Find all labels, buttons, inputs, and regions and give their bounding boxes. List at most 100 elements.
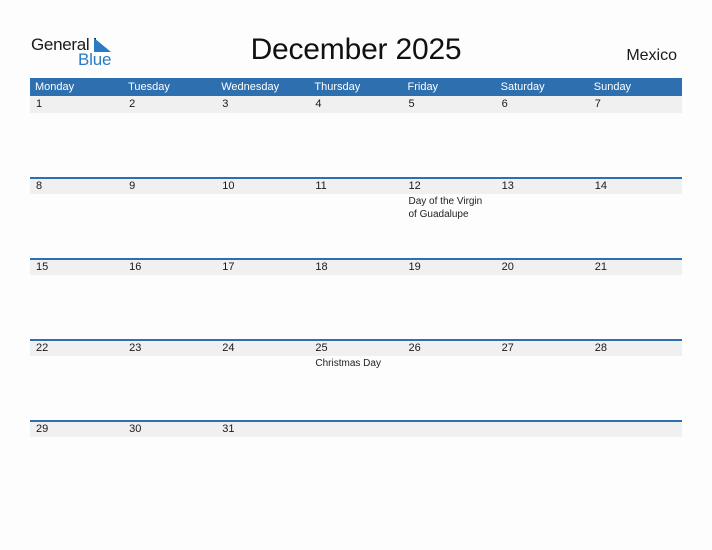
day-number: 8	[36, 180, 43, 192]
events-row	[30, 437, 682, 438]
day-cell: 8	[30, 179, 123, 194]
day-number: 17	[222, 261, 235, 273]
date-strip: 1 2 3 4 5 6 7	[30, 96, 682, 113]
event-cell	[123, 194, 216, 221]
event-cell	[30, 113, 123, 114]
event-cell	[216, 356, 309, 370]
event-cell	[123, 437, 216, 438]
day-cell: 24	[216, 341, 309, 356]
weekday-header-row: Monday Tuesday Wednesday Thursday Friday…	[30, 78, 682, 96]
date-strip: 22 23 24 25 26 27 28	[30, 339, 682, 356]
day-cell: 16	[123, 260, 216, 275]
day-cell: 17	[216, 260, 309, 275]
day-number: 3	[222, 98, 229, 110]
event-cell	[30, 356, 123, 370]
date-strip: 8 9 10 11 12 13 14	[30, 177, 682, 194]
day-number: 15	[36, 261, 49, 273]
day-number: 30	[129, 423, 142, 435]
day-cell: 1	[30, 96, 123, 113]
day-cell: 28	[589, 341, 682, 356]
calendar-page: General Blue December 2025 Mexico Monday…	[0, 0, 712, 550]
page-title: December 2025	[250, 33, 462, 66]
day-cell: 2	[123, 96, 216, 113]
day-number: 14	[594, 180, 607, 192]
event-cell	[30, 437, 123, 438]
day-cell: 30	[123, 422, 216, 437]
event-cell	[403, 437, 496, 438]
event-cell	[403, 275, 496, 276]
day-cell: 29	[30, 422, 123, 437]
weekday-monday: Monday	[35, 81, 75, 93]
event-cell	[123, 275, 216, 276]
day-number: 24	[222, 342, 235, 354]
weekday-sunday: Sunday	[593, 81, 632, 93]
day-cell: 12	[403, 179, 496, 194]
weeks-container: 1 2 3 4 5 6 7 8 9 10 11 12 13 14 Day of the Virgin of …	[30, 96, 682, 501]
events-row	[30, 275, 682, 276]
event-cell	[216, 113, 309, 114]
day-cell: 18	[309, 260, 402, 275]
weekday-wednesday: Wednesday	[221, 81, 280, 93]
day-number: 4	[315, 98, 322, 110]
day-number: 12	[408, 180, 421, 192]
day-cell: 6	[496, 96, 589, 113]
event-cell	[496, 194, 589, 221]
events-row	[30, 113, 682, 114]
date-strip: 29 30 31	[30, 420, 682, 437]
day-number: 1	[36, 98, 43, 110]
event-cell	[496, 356, 589, 370]
event-cell	[403, 356, 496, 370]
holiday-label: Christmas Day	[315, 358, 381, 369]
day-cell	[309, 422, 402, 437]
week-row: 15 16 17 18 19 20 21	[30, 258, 682, 339]
day-cell	[496, 422, 589, 437]
day-cell: 20	[496, 260, 589, 275]
day-number: 5	[408, 98, 415, 110]
day-cell: 10	[216, 179, 309, 194]
event-cell	[309, 194, 402, 221]
day-number: 10	[222, 180, 235, 192]
day-number: 28	[594, 342, 607, 354]
event-cell: Day of the Virgin of Guadalupe	[403, 194, 496, 221]
weekday-saturday: Saturday	[500, 81, 545, 93]
week-row: 22 23 24 25 26 27 28 Christmas Day	[30, 339, 682, 420]
day-cell: 31	[216, 422, 309, 437]
event-cell: Christmas Day	[309, 356, 402, 370]
event-cell	[30, 275, 123, 276]
event-cell	[216, 437, 309, 438]
event-cell	[589, 113, 682, 114]
event-cell	[216, 275, 309, 276]
day-number: 16	[129, 261, 142, 273]
month-calendar: Monday Tuesday Wednesday Thursday Friday…	[30, 78, 682, 501]
day-cell: 19	[403, 260, 496, 275]
week-row: 29 30 31	[30, 420, 682, 501]
day-cell: 4	[309, 96, 402, 113]
day-cell: 11	[309, 179, 402, 194]
week-row: 1 2 3 4 5 6 7	[30, 96, 682, 177]
day-cell: 3	[216, 96, 309, 113]
day-number: 2	[129, 98, 136, 110]
day-cell: 13	[496, 179, 589, 194]
country-label: Mexico	[626, 47, 677, 64]
holiday-label: Day of the Virgin of Guadalupe	[408, 196, 483, 220]
event-cell	[216, 194, 309, 221]
day-cell: 25	[309, 341, 402, 356]
day-number: 11	[315, 180, 327, 192]
week-row: 8 9 10 11 12 13 14 Day of the Virgin of Guadalu…	[30, 177, 682, 258]
events-row: Christmas Day	[30, 356, 682, 370]
day-number: 29	[36, 423, 49, 435]
event-cell	[309, 275, 402, 276]
event-cell	[496, 275, 589, 276]
day-number: 23	[129, 342, 142, 354]
event-cell	[496, 113, 589, 114]
weekday-tuesday: Tuesday	[128, 81, 170, 93]
events-row: Day of the Virgin of Guadalupe	[30, 194, 682, 221]
day-cell	[589, 422, 682, 437]
event-cell	[403, 113, 496, 114]
day-cell: 27	[496, 341, 589, 356]
day-cell: 7	[589, 96, 682, 113]
event-cell	[123, 356, 216, 370]
event-cell	[589, 194, 682, 221]
event-cell	[123, 113, 216, 114]
weekday-thursday: Thursday	[314, 81, 361, 93]
